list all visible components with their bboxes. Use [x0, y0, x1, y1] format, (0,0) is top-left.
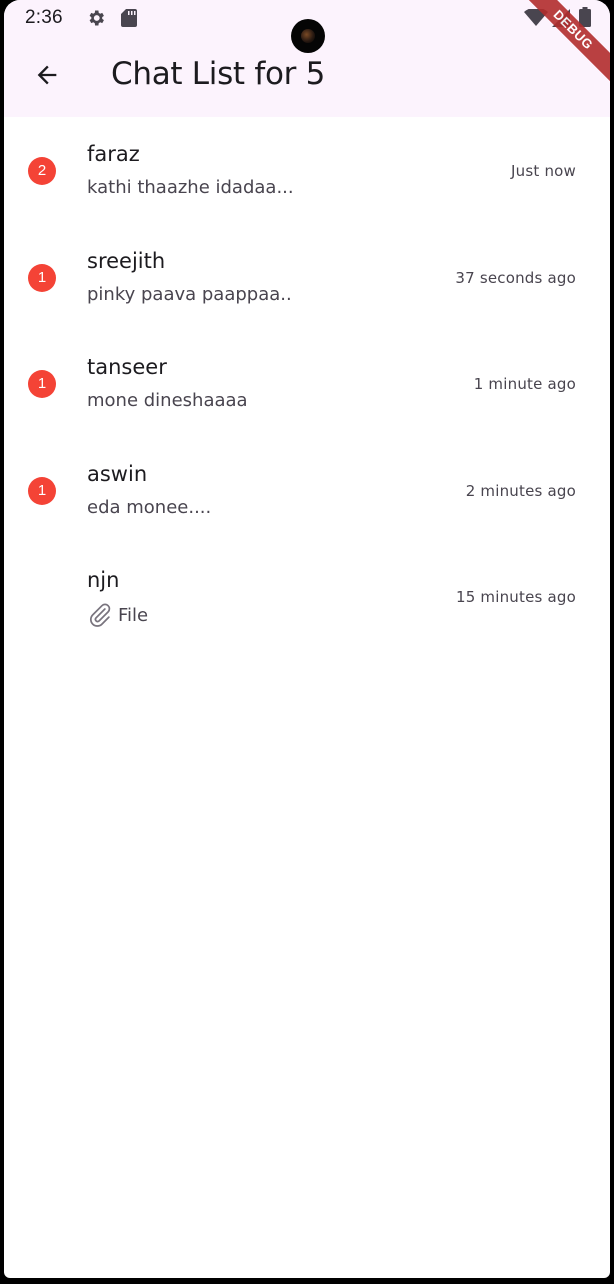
chat-time: 37 seconds ago — [455, 268, 576, 287]
chat-time: 15 minutes ago — [455, 588, 576, 606]
chat-list-item[interactable]: 1 aswin eda monee.... 2 minutes ago — [4, 437, 610, 544]
chat-name: tanseer — [87, 355, 167, 379]
chat-time: 2 minutes ago — [465, 481, 576, 500]
status-time: 2:36 — [25, 7, 63, 28]
chat-preview-text: File — [118, 604, 149, 626]
chat-preview-text: kathi thaazhe idadaa... — [87, 177, 294, 198]
chat-list-item[interactable]: 1 sreejith pinky paava paappaa.. 37 seco… — [4, 224, 610, 331]
chat-preview: pinky paava paappaa.. — [87, 284, 292, 305]
phone-screen: 2:36 DEBUG Chat List for 5 2 faraz kathi… — [4, 0, 610, 1278]
chat-name: sreejith — [87, 248, 166, 273]
back-button[interactable] — [24, 54, 70, 100]
chat-list-item[interactable]: 2 faraz kathi thaazhe idadaa... Just now — [4, 117, 610, 224]
page-title: Chat List for 5 — [111, 56, 326, 92]
unread-badge: 2 — [28, 157, 56, 185]
arrow-left-icon — [33, 61, 61, 94]
paperclip-icon — [87, 602, 113, 628]
chat-list-item[interactable]: njn File 15 minutes ago — [4, 543, 610, 650]
app-bar: 2:36 DEBUG Chat List for 5 — [4, 0, 610, 117]
chat-preview-text: pinky paava paappaa.. — [87, 283, 292, 305]
unread-badge: 1 — [28, 476, 56, 505]
chat-preview: kathi thaazhe idadaa... — [87, 177, 294, 198]
unread-badge: 1 — [28, 370, 56, 398]
chat-preview: mone dineshaaaa — [87, 390, 248, 411]
chat-name: njn — [87, 568, 120, 592]
gear-icon — [86, 8, 106, 33]
chat-preview-text: eda monee.... — [87, 496, 212, 518]
chat-list: 2 faraz kathi thaazhe idadaa... Just now… — [4, 117, 610, 650]
sd-card-icon — [120, 8, 138, 33]
chat-time: Just now — [511, 162, 576, 180]
chat-preview: File — [87, 602, 148, 628]
chat-list-item[interactable]: 1 tanseer mone dineshaaaa 1 minute ago — [4, 330, 610, 437]
chat-time: 1 minute ago — [473, 375, 576, 393]
unread-badge: 1 — [28, 263, 56, 292]
chat-preview-text: mone dineshaaaa — [87, 390, 248, 411]
front-camera — [291, 19, 325, 53]
chat-name: aswin — [87, 461, 148, 486]
chat-preview: eda monee.... — [87, 497, 211, 518]
chat-name: faraz — [87, 142, 140, 166]
